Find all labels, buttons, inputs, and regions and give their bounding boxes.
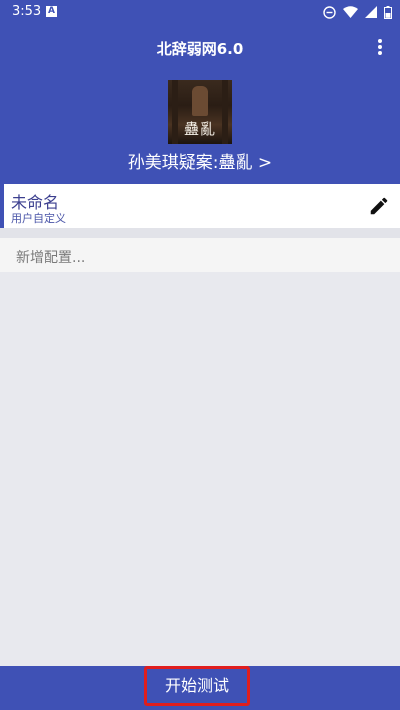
status-time: 3:53 (12, 4, 42, 19)
app-screen: 3:53 A 北辞弱网6.0 蠱亂 孙美琪疑案:蠱亂 > 未命名 用户自定义 新… (0, 0, 400, 710)
game-title-link[interactable]: 孙美琪疑案:蠱亂 > (0, 148, 400, 173)
edit-pencil-icon[interactable] (368, 195, 390, 217)
menu-dot (378, 45, 382, 49)
cover-title-text: 蠱亂 (183, 120, 216, 138)
divider (0, 228, 400, 238)
battery-icon (384, 5, 392, 19)
app-bar: 北辞弱网6.0 蠱亂 孙美琪疑案:蠱亂 > (0, 24, 400, 184)
config-item[interactable]: 未命名 用户自定义 (0, 184, 400, 228)
add-config-button[interactable]: 新增配置... (0, 238, 400, 272)
menu-dot (378, 39, 382, 43)
game-cover-image[interactable]: 蠱亂 (168, 80, 232, 144)
menu-dot (378, 51, 382, 55)
cover-figure (192, 86, 208, 116)
more-vert-icon[interactable] (370, 36, 390, 58)
app-title: 北辞弱网6.0 (156, 40, 244, 58)
selected-indicator (0, 184, 4, 228)
status-bar: 3:53 A (0, 0, 400, 24)
bottom-bar: 开始测试 (0, 666, 400, 710)
do-not-disturb-icon (323, 5, 336, 19)
notification-app-icon: A (46, 6, 57, 17)
signal-icon (365, 6, 377, 18)
start-test-button[interactable]: 开始测试 (144, 666, 250, 706)
wifi-icon (343, 6, 358, 18)
config-type: 用户自定义 (11, 212, 66, 225)
add-config-label: 新增配置... (16, 250, 86, 266)
status-icons (323, 4, 392, 20)
